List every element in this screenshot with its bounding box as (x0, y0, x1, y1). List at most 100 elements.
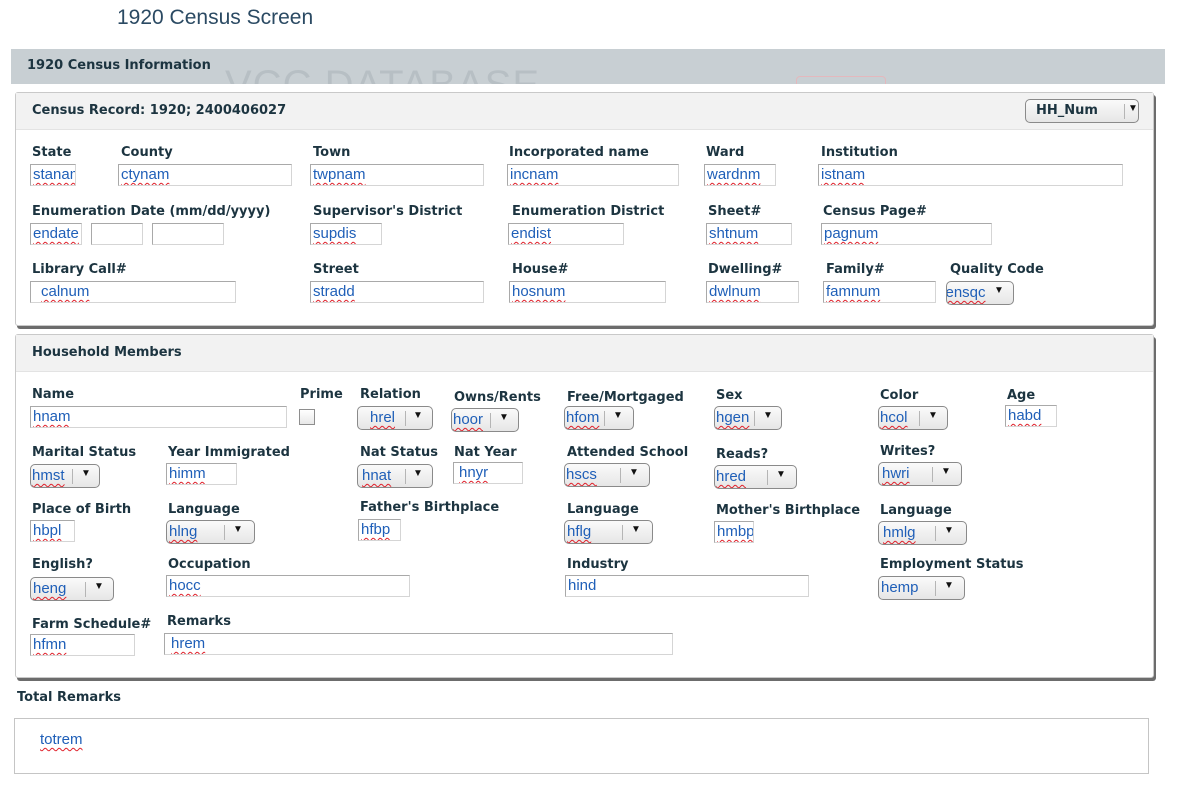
house-input[interactable]: hosnum (509, 281, 666, 303)
language-select[interactable]: hlng ▼ (166, 520, 255, 544)
sheet-label: Sheet# (708, 204, 762, 219)
census-page-label: Census Page# (823, 204, 927, 219)
nat-year-input[interactable]: hnyr (453, 462, 523, 484)
owns-rents-select[interactable]: hoor ▼ (451, 408, 519, 432)
chevron-down-icon: ▼ (994, 285, 1004, 296)
prime-label: Prime (300, 387, 343, 402)
chevron-down-icon: ▼ (81, 468, 91, 479)
owns-rents-label: Owns/Rents (454, 390, 541, 405)
sheet-input[interactable]: shtnum (706, 223, 792, 245)
enumeration-district-label: Enumeration District (512, 204, 665, 219)
year-immigrated-label: Year Immigrated (168, 445, 290, 460)
employment-status-select[interactable]: hemp ▼ (878, 576, 965, 600)
street-input[interactable]: stradd (310, 281, 484, 303)
family-label: Family# (826, 262, 885, 277)
reads-select[interactable]: hred ▼ (714, 465, 797, 489)
ward-input[interactable]: wardnm (704, 164, 776, 186)
industry-label: Industry (567, 557, 629, 572)
age-label: Age (1007, 388, 1036, 403)
state-label: State (32, 145, 72, 160)
mother-language-select[interactable]: hmlg ▼ (878, 521, 967, 545)
fathers-birthplace-input[interactable]: hfbp (358, 519, 401, 541)
attended-school-select[interactable]: hscs ▼ (564, 463, 650, 487)
chevron-down-icon: ▼ (1128, 103, 1138, 114)
age-input[interactable]: habd (1005, 405, 1057, 427)
nat-status-select[interactable]: hnat ▼ (357, 464, 433, 488)
prime-checkbox[interactable] (299, 409, 315, 425)
attended-school-label: Attended School (567, 445, 689, 460)
county-input[interactable]: ctynam (118, 164, 292, 186)
relation-select[interactable]: hrel ▼ (357, 406, 433, 430)
name-input[interactable]: hnam (30, 406, 287, 428)
farm-schedule-input[interactable]: hfmn (30, 634, 135, 656)
sex-select[interactable]: hgen ▼ (714, 406, 782, 430)
state-input[interactable]: stanam (30, 164, 76, 186)
watermark: VCC DATABASE (225, 63, 540, 84)
ward-label: Ward (706, 145, 745, 160)
fathers-birthplace-label: Father's Birthplace (360, 500, 500, 515)
dwelling-input[interactable]: dwlnum (706, 281, 799, 303)
occupation-input[interactable]: hocc (166, 575, 410, 597)
total-remarks-textarea[interactable]: totrem (14, 718, 1149, 774)
father-language-label: Language (567, 502, 639, 517)
census-record-header: Census Record: 1920; 2400406027 HH_Num ▼ (16, 93, 1153, 130)
sex-label: Sex (716, 388, 743, 403)
remarks-label: Remarks (167, 614, 231, 629)
incorporated-input[interactable]: incnam (507, 164, 679, 186)
census-page-input[interactable]: pagnum (821, 223, 992, 245)
enumeration-date-year[interactable] (152, 223, 224, 245)
quality-code-select[interactable]: censqc ▼ (946, 281, 1014, 305)
year-immigrated-input[interactable]: himm (166, 463, 237, 485)
hh-num-select[interactable]: HH_Num ▼ (1025, 99, 1139, 123)
place-of-birth-label: Place of Birth (32, 502, 132, 517)
enumeration-district-input[interactable]: endist (508, 223, 624, 245)
town-input[interactable]: twpnam (310, 164, 484, 186)
chevron-down-icon: ▼ (233, 524, 243, 535)
color-select[interactable]: hcol ▼ (878, 406, 948, 430)
father-language-select[interactable]: hflg ▼ (564, 520, 653, 544)
english-label: English? (32, 557, 93, 572)
total-remarks-label: Total Remarks (17, 690, 121, 705)
page-title: 1920 Census Screen (117, 6, 314, 29)
remarks-input[interactable]: hrem (164, 633, 673, 655)
relation-label: Relation (360, 387, 421, 402)
free-mortgaged-label: Free/Mortgaged (567, 390, 684, 405)
chevron-down-icon: ▼ (499, 412, 509, 423)
quality-code-label: Quality Code (950, 262, 1044, 277)
nat-status-label: Nat Status (360, 445, 438, 460)
writes-select[interactable]: hwri ▼ (878, 462, 962, 486)
county-label: County (121, 145, 173, 160)
supervisor-district-input[interactable]: supdis (310, 223, 382, 245)
census-record-label: Census Record: 1920; 2400406027 (32, 103, 287, 118)
incorporated-label: Incorporated name (509, 145, 649, 160)
chevron-down-icon: ▼ (631, 524, 641, 535)
mothers-birthplace-input[interactable]: hmbp (714, 521, 754, 543)
marital-status-select[interactable]: hmst ▼ (30, 464, 100, 488)
institution-input[interactable]: istnam (818, 164, 1123, 186)
employment-status-label: Employment Status (880, 557, 1024, 572)
dwelling-label: Dwelling# (708, 262, 783, 277)
industry-input[interactable]: hind (565, 575, 809, 597)
supervisor-district-label: Supervisor's District (313, 204, 463, 219)
language-label: Language (168, 502, 240, 517)
institution-label: Institution (821, 145, 898, 160)
info-bar-title: 1920 Census Information (27, 58, 211, 73)
chevron-down-icon: ▼ (928, 410, 938, 421)
mothers-birthplace-label: Mother's Birthplace (716, 503, 861, 518)
english-select[interactable]: heng ▼ (30, 577, 114, 601)
library-call-input[interactable]: calnum (30, 281, 236, 303)
enumeration-date-month[interactable]: endate (30, 223, 82, 245)
town-label: Town (313, 145, 351, 160)
library-call-label: Library Call# (32, 262, 127, 277)
family-input[interactable]: famnum (823, 281, 936, 303)
chevron-down-icon: ▼ (613, 410, 623, 421)
house-label: House# (512, 262, 569, 277)
mother-language-label: Language (880, 503, 952, 518)
enumeration-date-day[interactable] (91, 223, 143, 245)
chevron-down-icon: ▼ (94, 581, 104, 592)
household-members-title: Household Members (32, 345, 182, 360)
place-of-birth-input[interactable]: hbpl (30, 520, 75, 542)
farm-schedule-label: Farm Schedule# (32, 617, 152, 632)
chevron-down-icon: ▼ (763, 410, 773, 421)
free-mortgaged-select[interactable]: hfom ▼ (564, 406, 634, 430)
